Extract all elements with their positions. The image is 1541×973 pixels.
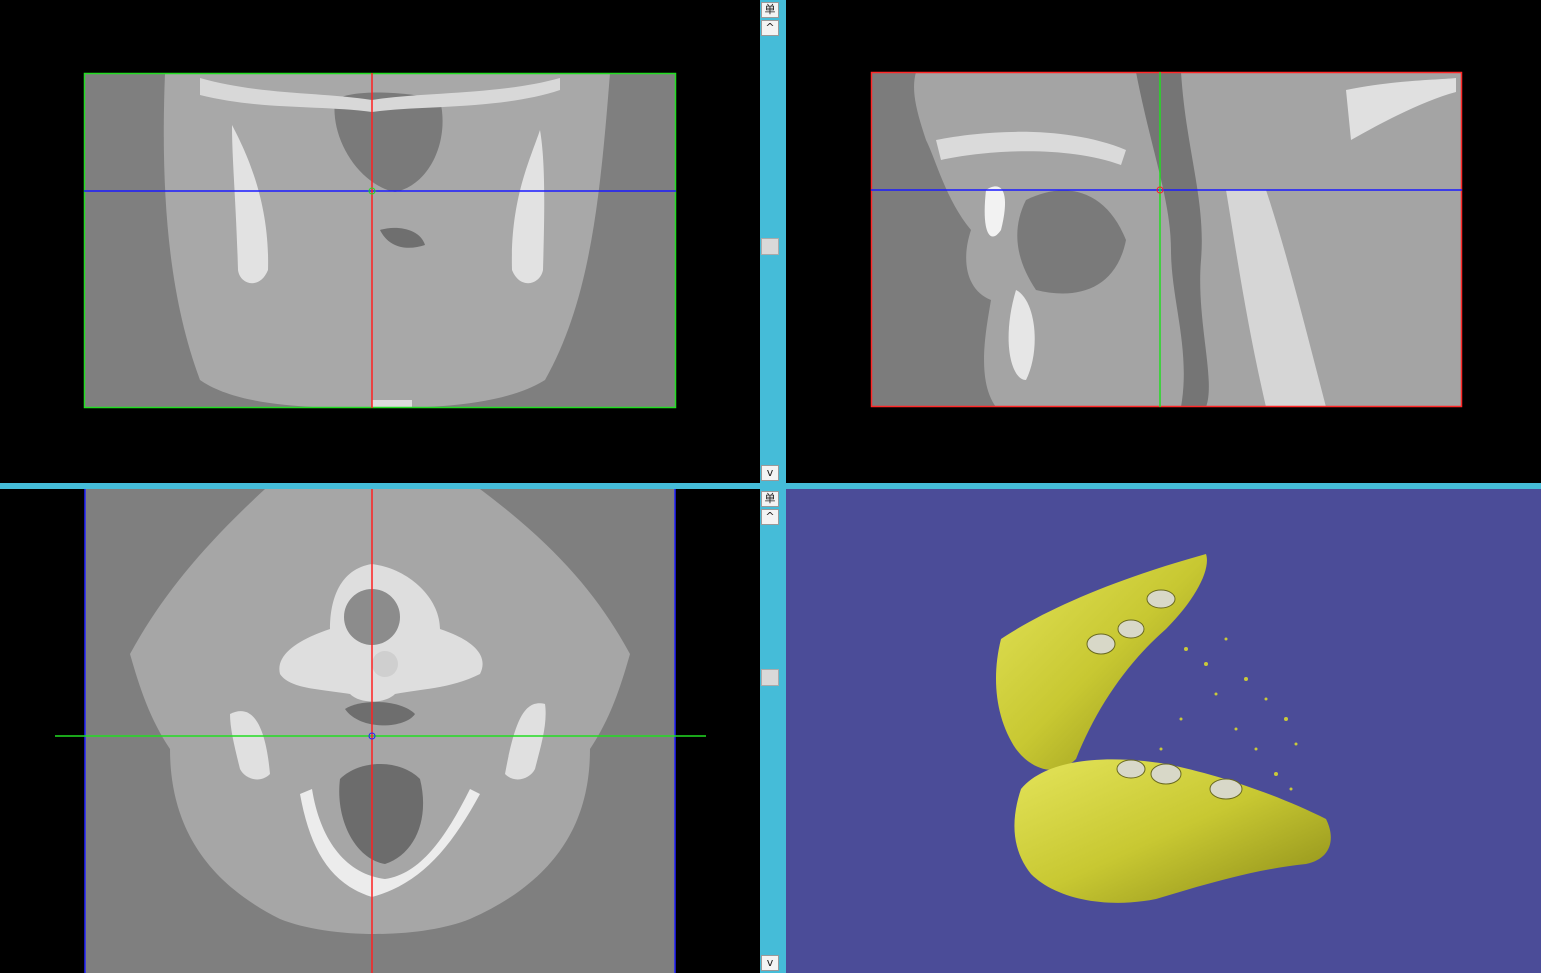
volume-render-view[interactable]	[786, 489, 1541, 973]
top-slice-scrollbar[interactable]: 单 ^ v	[760, 0, 780, 483]
bottom-slice-scrollbar[interactable]: 单 ^ v	[760, 489, 780, 973]
scrollbar-thumb[interactable]	[761, 238, 779, 255]
scroll-down-button[interactable]: v	[761, 465, 779, 481]
scrollbar-thumb-bottom[interactable]	[761, 669, 779, 686]
view-mode-button[interactable]: 单	[761, 2, 779, 18]
axial-view[interactable]	[0, 489, 760, 973]
scroll-down-button-bottom[interactable]: v	[761, 955, 779, 971]
sagittal-view[interactable]	[786, 0, 1541, 483]
scroll-up-button-bottom[interactable]: ^	[761, 509, 779, 525]
coronal-view[interactable]	[0, 0, 760, 483]
dens	[372, 651, 398, 677]
view-mode-button-bottom[interactable]: 单	[761, 491, 779, 507]
scroll-up-button[interactable]: ^	[761, 20, 779, 36]
maxilla-model	[996, 554, 1207, 770]
